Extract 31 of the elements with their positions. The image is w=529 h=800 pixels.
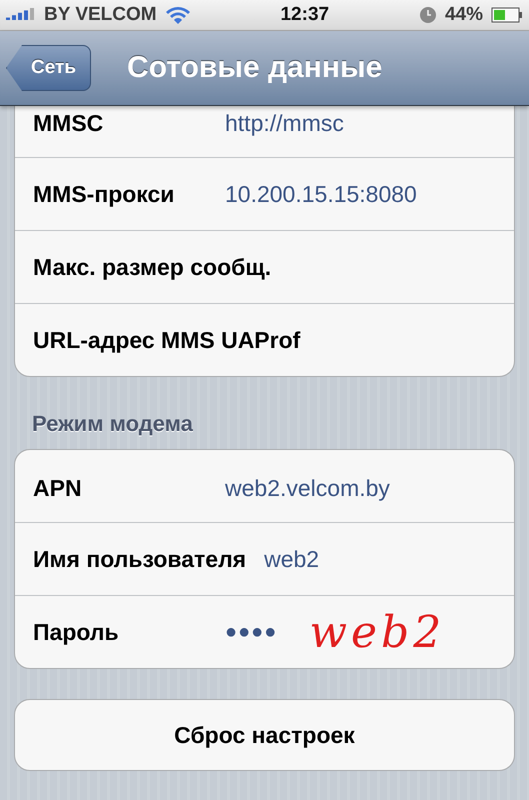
carrier-name: BY VELCOM xyxy=(44,4,157,26)
reset-button[interactable]: Сброс настроек xyxy=(14,699,515,771)
row-value: http://mmsc xyxy=(225,110,344,137)
wifi-icon xyxy=(164,5,191,25)
row-label: Макс. размер сообщ. xyxy=(33,254,272,280)
settings-row[interactable]: APN web2.velcom.by xyxy=(15,450,514,522)
row-label: MMSC xyxy=(33,110,104,137)
status-time: 12:37 xyxy=(280,4,330,26)
settings-row[interactable]: Имя пользователя web2 xyxy=(15,522,514,595)
row-label: URL-адрес MMS UAProf xyxy=(33,326,300,354)
back-button[interactable]: Сеть xyxy=(6,45,92,91)
section-header: Режим модема xyxy=(31,410,194,438)
row-value: 10.200.15.15:8080 xyxy=(225,180,417,208)
password-value: ●●●● xyxy=(225,620,278,644)
screen-title: Сотовые данные xyxy=(127,51,382,85)
battery-percent: 44% xyxy=(444,4,483,26)
settings-row[interactable]: Пароль ●●●● web2 xyxy=(15,595,514,668)
row-label: APN xyxy=(33,475,83,502)
clock-icon xyxy=(418,6,437,24)
row-label: MMS-прокси xyxy=(33,180,176,208)
settings-row[interactable]: URL-адрес MMS UAProf xyxy=(15,303,514,376)
handwritten-annotation: web2 xyxy=(309,606,446,658)
settings-row[interactable]: Макс. размер сообщ. xyxy=(15,230,514,303)
row-value: web2.velcom.by xyxy=(225,475,390,502)
row-value: web2 xyxy=(264,546,320,572)
settings-row[interactable]: MMSC http://mmsc xyxy=(15,106,514,157)
row-label: Пароль xyxy=(33,618,120,646)
battery-icon xyxy=(491,7,523,23)
settings-row[interactable]: MMS-прокси 10.200.15.15:8080 xyxy=(15,157,514,230)
row-label: Имя пользователя xyxy=(33,546,246,572)
signal-icon xyxy=(6,8,36,22)
